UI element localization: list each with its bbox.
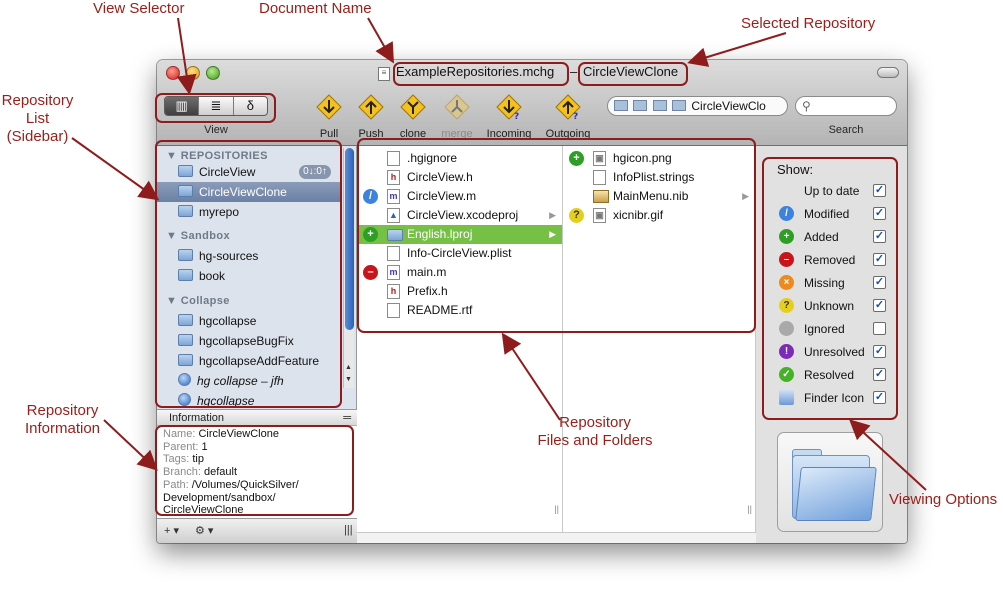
outgoing-icon: ? bbox=[555, 94, 581, 122]
repository-files-highlight bbox=[357, 138, 756, 333]
column-resize-handle[interactable]: || bbox=[747, 504, 752, 514]
annotation-selected-repository: Selected Repository bbox=[741, 15, 876, 32]
finder-icon-preview bbox=[777, 432, 883, 532]
search-label: Search bbox=[828, 124, 864, 136]
view-selector-highlight bbox=[155, 93, 276, 123]
gear-menu-button[interactable]: ⚙ ▾ bbox=[195, 524, 213, 537]
information-title: Information bbox=[169, 412, 225, 424]
outgoing-button[interactable]: ? Outgoing bbox=[541, 94, 595, 140]
folder-icon bbox=[672, 100, 687, 111]
svg-text:?: ? bbox=[573, 112, 578, 120]
scroll-up-icon[interactable]: ▲ bbox=[345, 364, 352, 371]
information-header[interactable]: Information ═ bbox=[157, 409, 357, 426]
view-label: View bbox=[204, 124, 228, 136]
sidebar-scrollbar[interactable]: ▲ ▼ bbox=[343, 148, 354, 388]
resize-handle-icon[interactable]: ═ bbox=[343, 410, 351, 426]
split-resize-handle[interactable]: ||| bbox=[344, 524, 353, 536]
annotation-document-name: Document Name bbox=[259, 0, 372, 17]
close-window-button[interactable] bbox=[166, 66, 180, 80]
push-icon bbox=[358, 94, 384, 120]
annotation-repository-list: Repository List (Sidebar) bbox=[1, 92, 74, 145]
disk-icon bbox=[614, 100, 628, 111]
annotation-repository-information: Repository Information bbox=[24, 402, 101, 437]
selected-repository-highlight bbox=[578, 62, 688, 86]
document-icon: ≡ bbox=[378, 67, 390, 81]
path-control[interactable]: CircleViewClo bbox=[607, 96, 788, 116]
incoming-button[interactable]: ? Incoming bbox=[482, 94, 536, 140]
toolbar-toggle-button[interactable] bbox=[877, 67, 899, 78]
folder-icon bbox=[652, 100, 667, 111]
column-resize-handle[interactable]: || bbox=[554, 504, 559, 514]
sidebar-bottom-bar: + ▾ ⚙ ▾ ||| bbox=[157, 518, 357, 543]
annotation-repository-files: Repository Files and Folders bbox=[537, 414, 653, 449]
merge-icon bbox=[444, 94, 470, 120]
incoming-icon: ? bbox=[496, 94, 522, 122]
scroll-down-icon[interactable]: ▼ bbox=[345, 376, 352, 383]
annotation-viewing-options: Viewing Options bbox=[889, 491, 998, 508]
search-field[interactable]: ⚲ bbox=[795, 96, 897, 116]
folder-icon bbox=[633, 100, 648, 111]
add-repository-button[interactable]: + ▾ bbox=[164, 524, 179, 537]
scroll-thumb[interactable] bbox=[345, 148, 354, 330]
browser-horizontal-scrollbar[interactable] bbox=[357, 532, 756, 543]
title-separator: – bbox=[570, 64, 578, 79]
pull-icon bbox=[316, 94, 342, 120]
annotation-view-selector: View Selector bbox=[93, 0, 185, 17]
minimize-window-button[interactable] bbox=[186, 66, 200, 80]
repository-information-highlight bbox=[155, 425, 354, 516]
merge-button[interactable]: merge bbox=[430, 94, 484, 140]
document-name-highlight bbox=[393, 62, 569, 86]
zoom-window-button[interactable] bbox=[206, 66, 220, 80]
repository-list-highlight bbox=[155, 140, 342, 408]
clone-icon bbox=[400, 94, 426, 120]
folder-icon bbox=[795, 467, 877, 521]
search-icon: ⚲ bbox=[802, 99, 811, 113]
svg-text:?: ? bbox=[514, 112, 519, 120]
path-current: CircleViewClo bbox=[691, 99, 766, 113]
viewing-options-highlight bbox=[762, 157, 898, 420]
